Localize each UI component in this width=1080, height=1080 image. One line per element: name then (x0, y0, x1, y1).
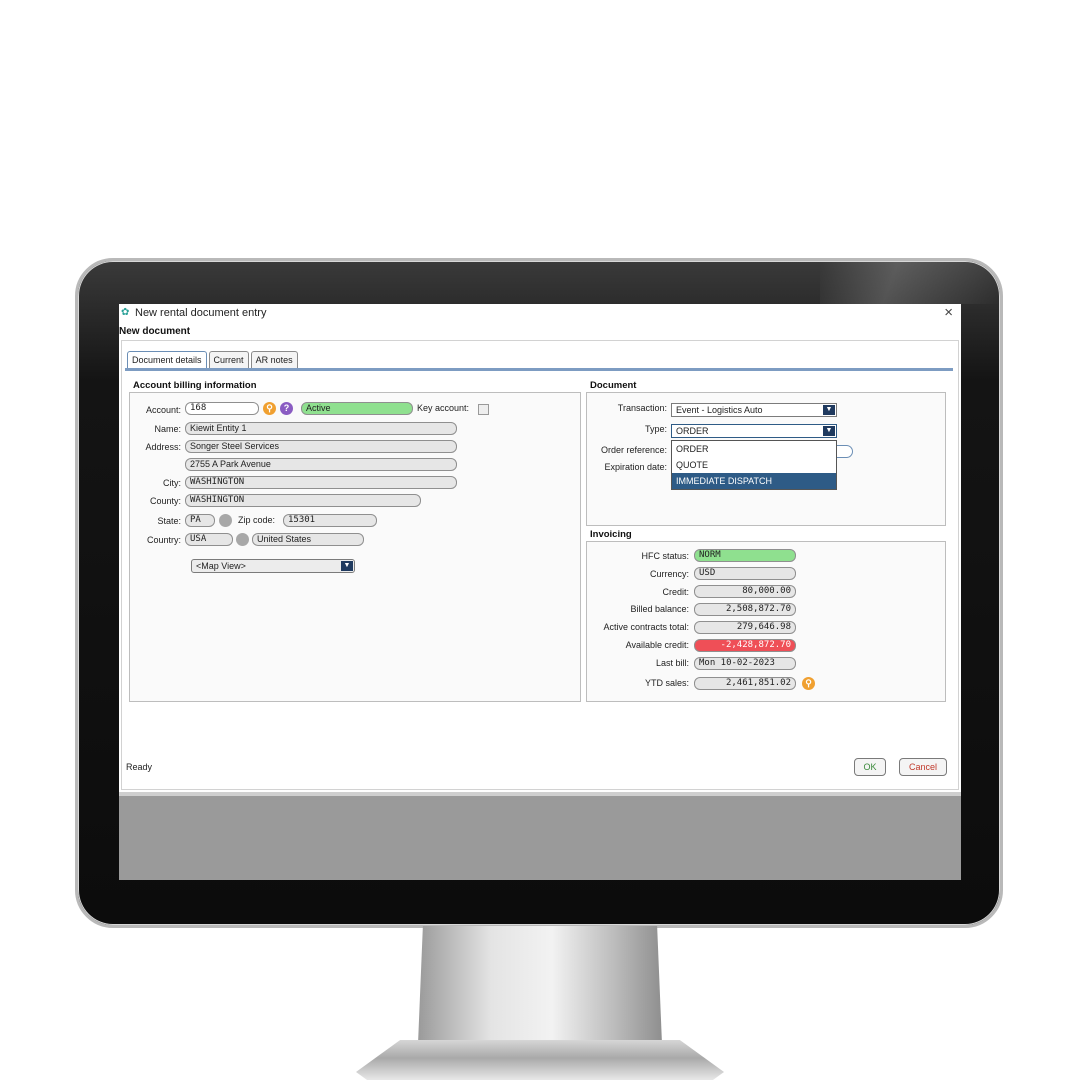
expiration-date-label: Expiration date: (604, 462, 667, 472)
city-field[interactable]: WASHINGTON (185, 476, 457, 489)
tab-bar: Document details Current AR notes (127, 351, 298, 369)
type-label: Type: (644, 424, 667, 434)
account-status-badge: Active (301, 402, 413, 415)
zip-label: Zip code: (238, 515, 276, 525)
account-label: Account: (145, 405, 181, 415)
status-text: Ready (126, 762, 153, 772)
account-lookup-icon[interactable]: ⚲ (263, 402, 276, 415)
desktop-background (119, 792, 961, 880)
currency-label: Currency: (649, 569, 689, 579)
hfc-status-badge: NORM (694, 549, 796, 562)
state-label: State: (157, 516, 181, 526)
country-code-field[interactable]: USA (185, 533, 233, 546)
account-billing-title: Account billing information (133, 380, 257, 391)
currency-field: USD (694, 567, 796, 580)
county-field[interactable]: WASHINGTON (185, 494, 421, 507)
monitor-stand-base (356, 1040, 724, 1080)
type-option-order[interactable]: ORDER (672, 441, 836, 457)
monitor-stand-neck (418, 926, 662, 1044)
chevron-down-icon: ▼ (823, 426, 835, 436)
tab-divider (125, 368, 953, 371)
window-title: New rental document entry (135, 307, 267, 319)
ok-button[interactable]: OK (854, 758, 886, 776)
country-name-field[interactable]: United States (252, 533, 364, 546)
ytd-sales-label: YTD sales: (644, 678, 689, 688)
order-reference-label: Order reference: (600, 445, 667, 455)
country-label: Country: (146, 535, 181, 545)
close-icon[interactable]: × (944, 304, 953, 321)
county-label: County: (149, 496, 181, 506)
type-option-immediate-dispatch[interactable]: IMMEDIATE DISPATCH (672, 473, 836, 489)
cancel-button[interactable]: Cancel (899, 758, 947, 776)
credit-label: Credit: (662, 587, 689, 597)
ytd-sales-lookup-icon[interactable]: ⚲ (802, 677, 815, 690)
last-bill-field: Mon 10-02-2023 (694, 657, 796, 670)
key-account-label: Key account: (417, 403, 470, 413)
chevron-down-icon: ▼ (823, 405, 835, 415)
key-account-checkbox[interactable] (478, 404, 489, 415)
account-input[interactable]: 168 (185, 402, 259, 415)
app-icon: ✿ (121, 307, 130, 318)
active-contracts-field: 279,646.98 (694, 621, 796, 634)
address-line2-field[interactable]: 2755 A Park Avenue (185, 458, 457, 471)
type-option-quote[interactable]: QUOTE (672, 457, 836, 473)
title-bar: ✿ New rental document entry × (119, 304, 961, 324)
transaction-select[interactable]: Event - Logistics Auto ▼ (671, 403, 837, 417)
document-title: Document (590, 380, 637, 391)
order-reference-input[interactable] (835, 445, 853, 458)
address-line1-field[interactable]: Songer Steel Services (185, 440, 457, 453)
billed-balance-label: Billed balance: (630, 604, 689, 614)
account-help-icon[interactable]: ? (280, 402, 293, 415)
address-label: Address: (145, 442, 181, 452)
state-field[interactable]: PA (185, 514, 215, 527)
map-view-select[interactable]: <Map View> ▼ (191, 559, 355, 573)
account-billing-panel (129, 392, 581, 702)
type-dropdown-list: ORDER QUOTE IMMEDIATE DISPATCH (671, 440, 837, 490)
credit-field: 80,000.00 (694, 585, 796, 598)
invoicing-title: Invoicing (590, 529, 632, 540)
billed-balance-field: 2,508,872.70 (694, 603, 796, 616)
zip-field[interactable]: 15301 (283, 514, 377, 527)
hfc-status-label: HFC status: (641, 551, 689, 561)
city-label: City: (163, 478, 181, 488)
type-value: ORDER (676, 426, 709, 436)
active-contracts-label: Active contracts total: (603, 622, 689, 632)
monitor-glare (820, 262, 1000, 304)
available-credit-field: -2,428,872.70 (694, 639, 796, 652)
tab-current[interactable]: Current (208, 351, 249, 369)
tab-document-details[interactable]: Document details (127, 351, 207, 369)
last-bill-label: Last bill: (655, 658, 689, 668)
page-title: New document (119, 326, 191, 337)
transaction-label: Transaction: (617, 403, 667, 413)
map-view-value: <Map View> (196, 561, 246, 571)
type-select[interactable]: ORDER ▼ (671, 424, 837, 438)
chevron-down-icon: ▼ (341, 561, 353, 571)
state-lookup-icon[interactable] (219, 514, 232, 527)
ytd-sales-field: 2,461,851.02 (694, 677, 796, 690)
transaction-value: Event - Logistics Auto (676, 405, 763, 415)
name-field[interactable]: Kiewit Entity 1 (185, 422, 457, 435)
name-label: Name: (154, 424, 181, 434)
available-credit-label: Available credit: (625, 640, 689, 650)
monitor-screen: ✿ New rental document entry × New docume… (119, 304, 961, 880)
tab-ar-notes[interactable]: AR notes (250, 351, 298, 369)
country-lookup-icon[interactable] (236, 533, 249, 546)
